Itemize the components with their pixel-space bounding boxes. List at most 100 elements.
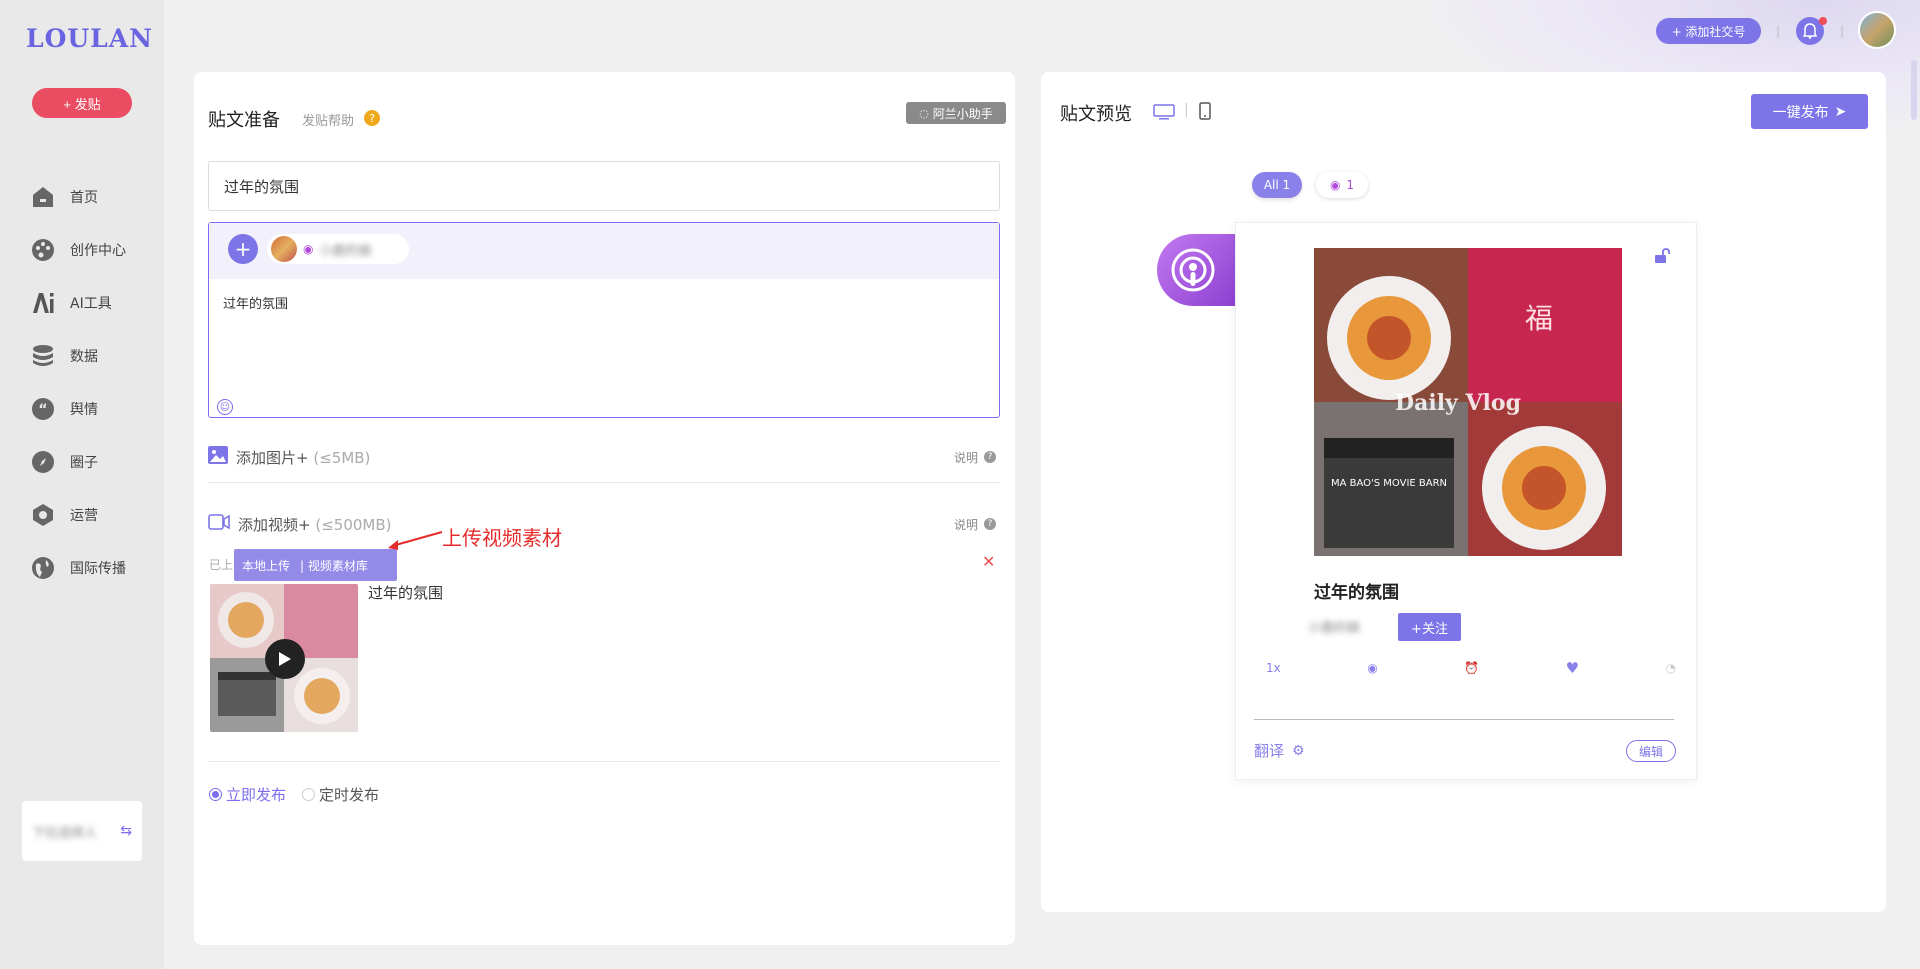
page-title: 贴文准备: [208, 110, 280, 131]
mobile-view-icon[interactable]: [1199, 102, 1211, 124]
sidebar-item-circle[interactable]: 圈子: [30, 435, 160, 488]
share-icon[interactable]: ◔: [1666, 661, 1676, 675]
filter-count: 1: [1346, 178, 1355, 192]
logo: LOULAN: [26, 24, 153, 53]
annotation-label: 上传视频素材: [442, 526, 562, 550]
assistant-button[interactable]: ◌ 阿兰小助手: [906, 102, 1006, 124]
translate-link[interactable]: 翻译 ⚙: [1254, 740, 1305, 761]
compass-icon: [30, 449, 56, 475]
quote-icon: “: [30, 396, 56, 422]
home-icon: [30, 184, 56, 210]
desktop-view-icon[interactable]: [1153, 104, 1175, 124]
post-cover-image: MA BAO'S MOVIE BARN 福 Daily Vlog: [1314, 248, 1622, 556]
annotation-arrow-icon: [388, 531, 443, 550]
play-icon[interactable]: [265, 639, 305, 679]
video-thumbnail[interactable]: [210, 584, 358, 732]
translate-label: 翻译: [1254, 742, 1285, 760]
ai-icon: [30, 290, 56, 316]
follow-button[interactable]: +关注: [1398, 613, 1461, 641]
sidebar-item-home[interactable]: 首页: [30, 170, 160, 223]
video-library-option[interactable]: | 视频素材库: [300, 557, 368, 574]
podcast-platform-tab[interactable]: [1157, 234, 1247, 306]
sidebar-nav: 首页 创作中心 AI工具 数据 “ 舆情 圈子 运营 国际传播: [30, 170, 160, 594]
sidebar-item-label: AI工具: [70, 295, 112, 312]
scrollbar[interactable]: [1911, 60, 1917, 120]
card-divider: [1254, 719, 1674, 720]
preview-card: MA BAO'S MOVIE BARN 福 Daily Vlog 过年的氛围 小…: [1235, 222, 1697, 780]
add-image-button[interactable]: 添加图片+ (≤5MB): [236, 447, 370, 468]
add-video-button[interactable]: 添加视频+ (≤500MB): [238, 514, 392, 535]
publish-now-label[interactable]: 立即发布: [226, 784, 286, 805]
add-account-button[interactable]: +: [228, 234, 258, 264]
help-icon[interactable]: ?: [364, 110, 380, 126]
publish-label: 一键发布: [1772, 104, 1829, 121]
sidebar-item-label: 舆情: [70, 401, 98, 418]
heart-icon[interactable]: ♥: [1566, 659, 1579, 677]
help-icon: ?: [984, 451, 996, 463]
database-icon: [30, 343, 56, 369]
preview-title: 贴文预览: [1060, 104, 1132, 125]
edit-button[interactable]: 编辑: [1626, 740, 1676, 762]
account-selector-bar: + ◉ 小鹿的娘: [209, 223, 999, 279]
divider: [208, 761, 1000, 762]
publish-scheduled-radio[interactable]: [302, 788, 316, 801]
account-switcher[interactable]: 下拉选择人 ⇆: [22, 801, 142, 861]
podcast-icon[interactable]: ◉: [1367, 661, 1377, 675]
publish-mode: 立即发布 定时发布: [209, 784, 395, 805]
sidebar-item-label: 国际传播: [70, 560, 126, 577]
sidebar: LOULAN + 发贴 首页 创作中心 AI工具 数据 “ 舆情 圈子 运营 国…: [0, 0, 164, 969]
image-explain[interactable]: 说明?: [954, 449, 996, 466]
podcast-icon: ◉: [303, 242, 314, 256]
video-explain[interactable]: 说明?: [954, 516, 996, 533]
post-preview-panel: 贴文预览 | 一键发布 ➤ All 1 ◉ 1 MA BAO'S MOVIE B…: [1041, 72, 1886, 912]
player-controls: 1x ◉ ⏰ ♥ ◔: [1266, 659, 1676, 677]
gear-icon[interactable]: ⚙: [1292, 743, 1305, 759]
sidebar-item-label: 运营: [70, 507, 98, 524]
sidebar-item-data[interactable]: 数据: [30, 329, 160, 382]
add-social-account-button[interactable]: + 添加社交号: [1656, 18, 1761, 44]
unlock-icon[interactable]: [1654, 248, 1670, 268]
sidebar-item-label: 数据: [70, 348, 98, 365]
filter-all-chip[interactable]: All 1: [1252, 172, 1302, 198]
podcast-icon: ◉: [1329, 178, 1341, 192]
post-content-editor[interactable]: + ◉ 小鹿的娘 过年的氛围 ☺: [208, 222, 1000, 418]
sidebar-item-operations[interactable]: 运营: [30, 488, 160, 541]
uploaded-label: 已上: [209, 558, 234, 572]
playback-speed[interactable]: 1x: [1266, 661, 1281, 675]
emoji-icon[interactable]: ☺: [217, 399, 233, 415]
upload-source-menu: 本地上传 | 视频素材库: [234, 549, 397, 581]
account-name: 小鹿的娘: [319, 243, 372, 259]
sidebar-item-label: 圈子: [70, 454, 98, 471]
divider: [208, 482, 1000, 483]
publish-scheduled-label[interactable]: 定时发布: [319, 784, 379, 805]
filter-podcast-chip[interactable]: ◉ 1: [1316, 172, 1368, 198]
card-title: 过年的氛围: [1314, 583, 1399, 603]
sidebar-item-sentiment[interactable]: “ 舆情: [30, 382, 160, 435]
local-upload-option[interactable]: 本地上传: [242, 557, 290, 574]
post-body-text[interactable]: 过年的氛围: [223, 293, 288, 312]
selected-account-chip[interactable]: ◉ 小鹿的娘: [267, 234, 409, 264]
add-image-row: 添加图片+ (≤5MB) 说明?: [208, 442, 1000, 472]
sidebar-item-creation[interactable]: 创作中心: [30, 223, 160, 276]
card-author: 小鹿的娘: [1308, 621, 1361, 636]
image-icon: [208, 446, 228, 468]
post-title-input[interactable]: [208, 161, 1000, 211]
remove-video-icon[interactable]: ✕: [982, 552, 995, 571]
one-click-publish-button[interactable]: 一键发布 ➤: [1751, 94, 1868, 129]
video-icon: [208, 514, 230, 534]
podcast-icon: [1171, 248, 1215, 292]
swap-icon[interactable]: ⇆: [120, 823, 132, 839]
sidebar-item-international[interactable]: 国际传播: [30, 541, 160, 594]
post-help-link[interactable]: 发贴帮助: [302, 110, 354, 129]
send-icon: ➤: [1834, 103, 1847, 120]
user-avatar[interactable]: [1858, 11, 1896, 49]
svg-text:“: “: [38, 402, 47, 418]
publish-now-radio[interactable]: [209, 788, 222, 801]
device-separator: |: [1184, 102, 1189, 118]
account-avatar: [271, 236, 297, 262]
globe-icon: [30, 555, 56, 581]
alarm-icon[interactable]: ⏰: [1464, 661, 1479, 675]
sidebar-item-ai-tools[interactable]: AI工具: [30, 276, 160, 329]
post-button[interactable]: + 发贴: [32, 88, 132, 118]
svg-text:MA BAO'S MOVIE BARN: MA BAO'S MOVIE BARN: [1331, 478, 1447, 489]
